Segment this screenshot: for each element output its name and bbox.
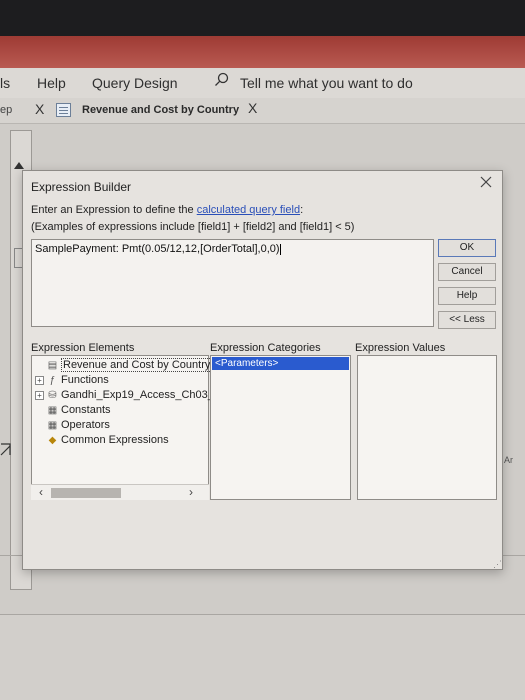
menu-query-design[interactable]: Query Design [92, 75, 178, 91]
tab-close-icon[interactable]: X [248, 100, 257, 116]
cancel-button[interactable]: Cancel [438, 263, 496, 281]
tab-fragment: ep [0, 104, 13, 116]
instruction-suffix: : [300, 204, 304, 216]
element-label: Functions [61, 374, 109, 386]
query-icon [56, 103, 71, 117]
scroll-up-icon[interactable] [14, 162, 24, 169]
database-icon: ⛁ [48, 390, 57, 401]
example-text: (Examples of expressions include [field1… [31, 221, 355, 233]
grid-fragment: Ar [504, 455, 513, 465]
element-label: Common Expressions [61, 434, 169, 446]
element-label: Operators [61, 419, 110, 431]
text-cursor [279, 243, 281, 255]
expand-icon[interactable]: + [35, 390, 44, 400]
instruction-text: Enter an Expression to define the calcul… [31, 204, 303, 216]
list-item[interactable]: + ⛁ Gandhi_Exp19_Access_Ch03_ [35, 389, 214, 401]
menu-help[interactable]: Help [37, 75, 66, 91]
scroll-thumb[interactable] [51, 488, 121, 498]
list-item[interactable]: ▦ Constants [35, 404, 111, 416]
close-icon[interactable]: X [35, 101, 44, 117]
expression-builder-dialog: Expression Builder Enter an Expression t… [22, 170, 503, 570]
calculated-query-field-link[interactable]: calculated query field [197, 204, 300, 216]
ok-button[interactable]: OK [438, 239, 496, 257]
tab-revenue-and-cost[interactable]: Revenue and Cost by Country X [56, 100, 268, 122]
element-label: Revenue and Cost by Country [61, 358, 213, 372]
resize-grip-icon[interactable]: ⋰ [493, 559, 502, 570]
operators-icon: ▦ [47, 420, 58, 431]
help-button[interactable]: Help [438, 287, 496, 305]
expression-categories-list[interactable]: <Parameters> [210, 355, 351, 500]
scroll-right-icon[interactable]: › [189, 485, 193, 499]
constants-icon: ▦ [47, 405, 58, 416]
list-item[interactable]: ▦ Operators [35, 419, 110, 431]
menu-bar: ls Help Query Design Tell me what you wa… [0, 68, 525, 98]
expression-text: SamplePayment: Pmt(0.05/12,12,[OrderTota… [35, 243, 280, 255]
dialog-title: Expression Builder [31, 180, 132, 194]
element-label: Constants [61, 404, 111, 416]
list-item[interactable]: ▤ Revenue and Cost by Country [35, 358, 213, 372]
join-line-icon [0, 443, 12, 460]
less-button[interactable]: << Less [438, 311, 496, 329]
document-tabs: ep X Revenue and Cost by Country X [0, 98, 525, 124]
element-label: Gandhi_Exp19_Access_Ch03_ [61, 389, 214, 401]
category-item-parameters[interactable]: <Parameters> [212, 357, 349, 370]
elements-header: Expression Elements [31, 342, 135, 354]
expression-input[interactable]: SamplePayment: Pmt(0.05/12,12,[OrderTota… [31, 239, 434, 327]
common-expressions-icon: ◆ [48, 435, 57, 446]
instruction-prefix: Enter an Expression to define the [31, 204, 197, 216]
horizontal-scrollbar[interactable]: ‹ › [31, 484, 209, 500]
list-item[interactable]: + ƒ Functions [35, 374, 109, 386]
dialog-close-icon[interactable] [479, 175, 493, 194]
search-icon[interactable] [214, 72, 230, 91]
expression-values-list[interactable] [357, 355, 497, 500]
tab-label: Revenue and Cost by Country [82, 104, 240, 116]
expression-elements-list[interactable]: ▤ Revenue and Cost by Country + ƒ Functions… [31, 355, 214, 500]
functions-icon: ƒ [49, 375, 56, 386]
categories-header: Expression Categories [210, 342, 321, 354]
query-icon: ▤ [47, 360, 58, 371]
menu-fragment: ls [0, 75, 11, 91]
monitor-bezel [0, 0, 525, 36]
bottom-area [0, 615, 525, 700]
expand-icon[interactable]: + [35, 375, 44, 385]
scroll-left-icon[interactable]: ‹ [39, 485, 43, 499]
tell-me-search[interactable]: Tell me what you want to do [240, 75, 413, 91]
values-header: Expression Values [355, 342, 446, 354]
title-bar [0, 36, 525, 68]
list-item[interactable]: ◆ Common Expressions [35, 434, 169, 446]
